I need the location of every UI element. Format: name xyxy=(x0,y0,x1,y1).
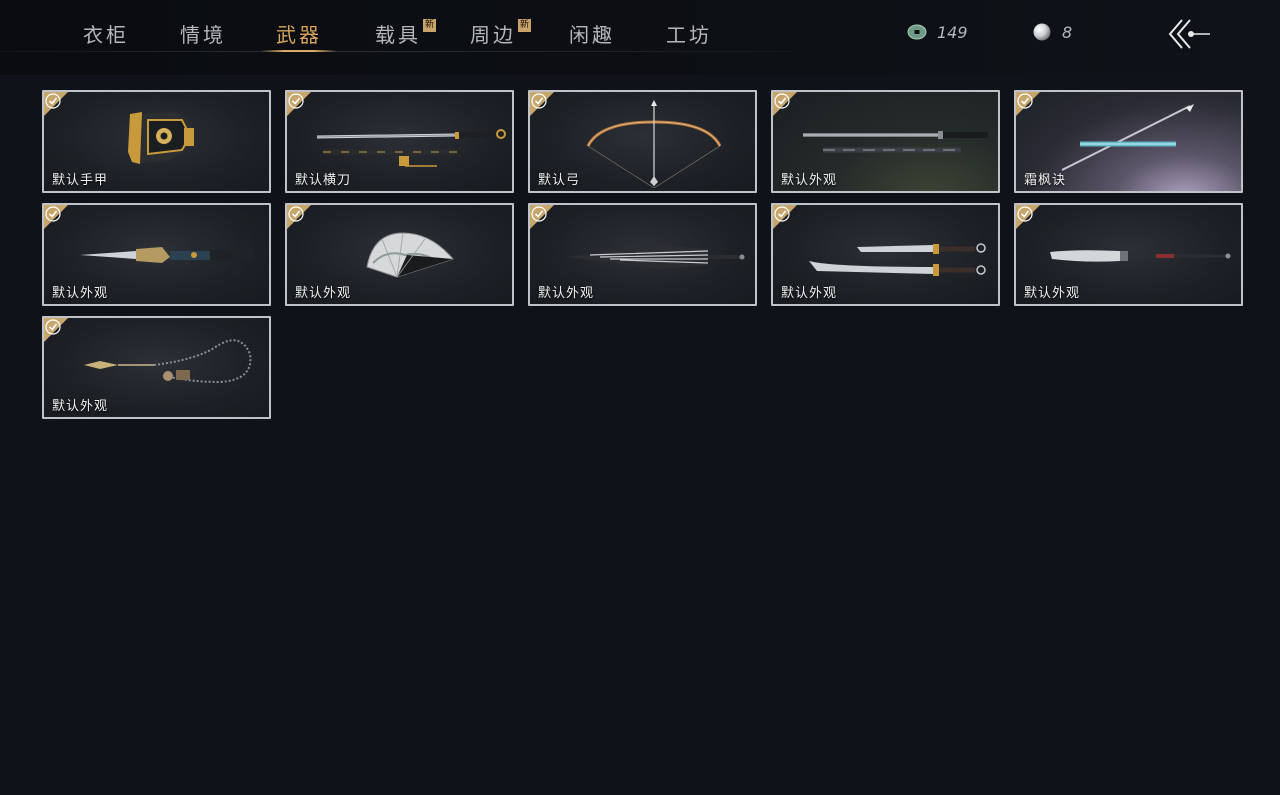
jade-coin-icon xyxy=(907,24,927,40)
top-navigation-bar: 衣柜 情境 武器 载具新 周边新 闲趣 工坊 149 8 xyxy=(0,0,1280,75)
tab-label: 武器 xyxy=(276,23,322,47)
item-label: 默认外观 xyxy=(52,399,109,414)
tab-workshop[interactable]: 工坊 xyxy=(665,0,713,52)
item-card[interactable]: 默认外观 xyxy=(1014,203,1243,306)
equipped-check-icon xyxy=(44,318,68,342)
tab-leisure[interactable]: 闲趣 xyxy=(568,0,616,52)
item-label: 默认外观 xyxy=(295,286,352,301)
pearl-value: 8 xyxy=(1062,22,1073,42)
new-badge: 新 xyxy=(518,19,531,32)
equipped-check-icon xyxy=(773,92,797,116)
tab-label: 载具 xyxy=(375,23,421,47)
equipped-check-icon xyxy=(44,92,68,116)
tab-accessories[interactable]: 周边新 xyxy=(469,0,531,52)
item-label: 默认外观 xyxy=(1024,286,1081,301)
tab-label: 衣柜 xyxy=(83,23,129,47)
item-label: 默认外观 xyxy=(781,286,838,301)
equipped-check-icon xyxy=(1016,205,1040,229)
item-label: 霜枫诀 xyxy=(1024,173,1067,188)
tab-weapons[interactable]: 武器 xyxy=(261,0,337,52)
pearl-icon xyxy=(1033,23,1051,41)
item-card[interactable]: 默认外观 xyxy=(771,90,1000,193)
item-card[interactable]: 默认外观 xyxy=(285,203,514,306)
equipped-check-icon xyxy=(287,205,311,229)
category-tabs: 衣柜 情境 武器 载具新 周边新 闲趣 工坊 xyxy=(60,0,790,52)
item-label: 默认横刀 xyxy=(295,173,352,188)
item-label: 默认外观 xyxy=(52,286,109,301)
item-label: 默认外观 xyxy=(781,173,838,188)
item-card[interactable]: 默认外观 xyxy=(771,203,1000,306)
tab-mounts[interactable]: 载具新 xyxy=(374,0,436,52)
item-card[interactable]: 默认外观 xyxy=(42,316,271,419)
item-label: 默认外观 xyxy=(538,286,595,301)
tab-label: 情境 xyxy=(180,23,226,47)
item-card[interactable]: 默认手甲 xyxy=(42,90,271,193)
tab-wardrobe[interactable]: 衣柜 xyxy=(82,0,130,52)
item-card[interactable]: 默认外观 xyxy=(42,203,271,306)
equipped-check-icon xyxy=(773,205,797,229)
back-arrow-icon[interactable] xyxy=(1166,17,1212,51)
item-label: 默认手甲 xyxy=(52,173,109,188)
item-card[interactable]: 默认弓 xyxy=(528,90,757,193)
equipped-check-icon xyxy=(287,92,311,116)
tab-label: 工坊 xyxy=(666,23,712,47)
item-card[interactable]: 默认外观 xyxy=(528,203,757,306)
equipped-check-icon xyxy=(44,205,68,229)
tab-scene[interactable]: 情境 xyxy=(179,0,227,52)
item-label: 默认弓 xyxy=(538,173,581,188)
tab-label: 周边 xyxy=(470,23,516,47)
item-card[interactable]: 默认横刀 xyxy=(285,90,514,193)
new-badge: 新 xyxy=(423,19,436,32)
equipped-check-icon xyxy=(1016,92,1040,116)
equipped-check-icon xyxy=(530,92,554,116)
pearl-counter: 8 xyxy=(1032,18,1072,46)
tabs-divider xyxy=(0,51,790,52)
jade-coin-value: 149 xyxy=(937,22,968,42)
equipped-check-icon xyxy=(530,205,554,229)
item-card[interactable]: 霜枫诀 xyxy=(1014,90,1243,193)
tab-label: 闲趣 xyxy=(569,23,615,47)
jade-coin-counter: 149 xyxy=(907,18,968,46)
